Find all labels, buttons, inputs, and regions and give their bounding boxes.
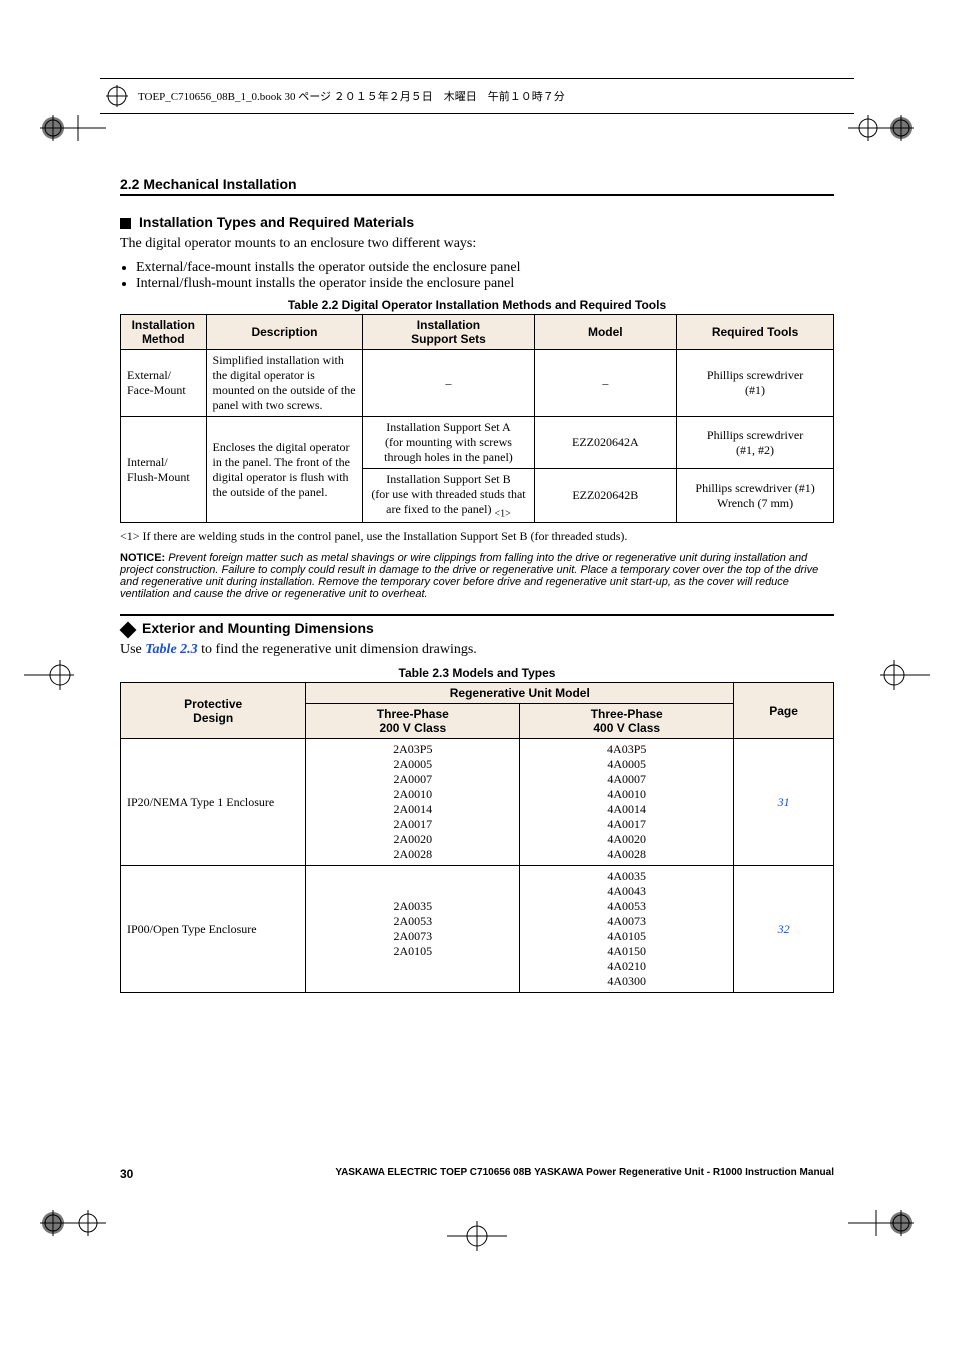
table-header: Regenerative Unit Model [306,683,734,704]
cell: EZZ020642A [534,417,677,469]
cell: 4A03P54A00054A00074A00104A00144A00174A00… [520,739,734,866]
square-bullet-icon [120,218,131,229]
registration-mark-icon [106,85,128,107]
registration-mark-icon [447,1221,507,1251]
table-row: External/Face-Mount Simplified installat… [121,350,834,417]
registration-mark-icon [24,660,74,690]
cell: Internal/Flush-Mount [121,417,207,523]
cell: Installation Support Set B(for use with … [363,469,534,523]
cell: 2A03P52A00052A00072A00102A00142A00172A00… [306,739,520,866]
registration-mark-icon [40,1210,106,1236]
cell: Simplified installation with the digital… [206,350,363,417]
table-row: IP00/Open Type Enclosure 2A00352A00532A0… [121,866,834,993]
cell: Phillips screwdriver(#1, #2) [677,417,834,469]
notice-text: Prevent foreign matter such as metal sha… [120,552,818,600]
print-header: TOEP_C710656_08B_1_0.book 30 ページ ２０１５年２月… [100,78,854,114]
page-number: 30 [120,1167,133,1181]
footer-text: YASKAWA ELECTRIC TOEP C710656 08B YASKAW… [335,1167,834,1181]
table-header: Description [206,315,363,350]
table-header: Three-Phase200 V Class [306,704,520,739]
print-header-text: TOEP_C710656_08B_1_0.book 30 ページ ２０１５年２月… [138,88,565,104]
table-header: Page [734,683,834,739]
cell: – [534,350,677,417]
cell: EZZ020642B [534,469,677,523]
cell: Phillips screwdriver (#1)Wrench (7 mm) [677,469,834,523]
page-link[interactable]: 32 [734,866,834,993]
table-header: Three-Phase400 V Class [520,704,734,739]
cell: Phillips screwdriver(#1) [677,350,834,417]
page-link[interactable]: 31 [734,739,834,866]
table-23: ProtectiveDesign Regenerative Unit Model… [120,682,834,993]
table-header: Model [534,315,677,350]
list-item: Internal/flush-mount installs the operat… [136,276,834,292]
registration-mark-icon [848,1210,914,1236]
cell: – [363,350,534,417]
link-table23[interactable]: Table 2.3 [145,642,197,657]
table22-caption: Table 2.2 Digital Operator Installation … [120,298,834,312]
page-footer: 30 YASKAWA ELECTRIC TOEP C710656 08B YAS… [120,1167,834,1181]
registration-mark-icon [40,115,106,141]
table-header: Required Tools [677,315,834,350]
cell: IP20/NEMA Type 1 Enclosure [121,739,306,866]
cell: 4A00354A00434A00534A00734A01054A01504A02… [520,866,734,993]
cell: 2A00352A00532A00732A0105 [306,866,520,993]
intro-paragraph: The digital operator mounts to an enclos… [120,236,834,252]
cell: Installation Support Set A(for mounting … [363,417,534,469]
table23-caption: Table 2.3 Models and Types [120,666,834,680]
cell: IP00/Open Type Enclosure [121,866,306,993]
table-header: InstallationSupport Sets [363,315,534,350]
cell: External/Face-Mount [121,350,207,417]
heading-text: Exterior and Mounting Dimensions [142,620,374,636]
install-bullet-list: External/face-mount installs the operato… [120,260,834,292]
list-item: External/face-mount installs the operato… [136,260,834,276]
footnote-1: <1> If there are welding studs in the co… [120,529,834,544]
heading-exterior-mounting: Exterior and Mounting Dimensions [120,614,834,636]
subheading-text: Installation Types and Required Material… [139,214,414,230]
section-header: 2.2 Mechanical Installation [120,176,834,196]
table-header: ProtectiveDesign [121,683,306,739]
table-row: IP20/NEMA Type 1 Enclosure 2A03P52A00052… [121,739,834,866]
registration-mark-icon [848,115,914,141]
para-use-table23: Use Table 2.3 to find the regenerative u… [120,642,834,658]
table-22: Installation Method Description Installa… [120,314,834,523]
notice-block: NOTICE: Prevent foreign matter such as m… [120,552,834,600]
diamond-bullet-icon [120,621,137,638]
subheading-install-types: Installation Types and Required Material… [120,214,834,230]
table-row: Internal/Flush-Mount Encloses the digita… [121,417,834,469]
registration-mark-icon [880,660,930,690]
cell: Encloses the digital operator in the pan… [206,417,363,523]
table-header: Installation Method [121,315,207,350]
notice-label: NOTICE: [120,552,165,564]
